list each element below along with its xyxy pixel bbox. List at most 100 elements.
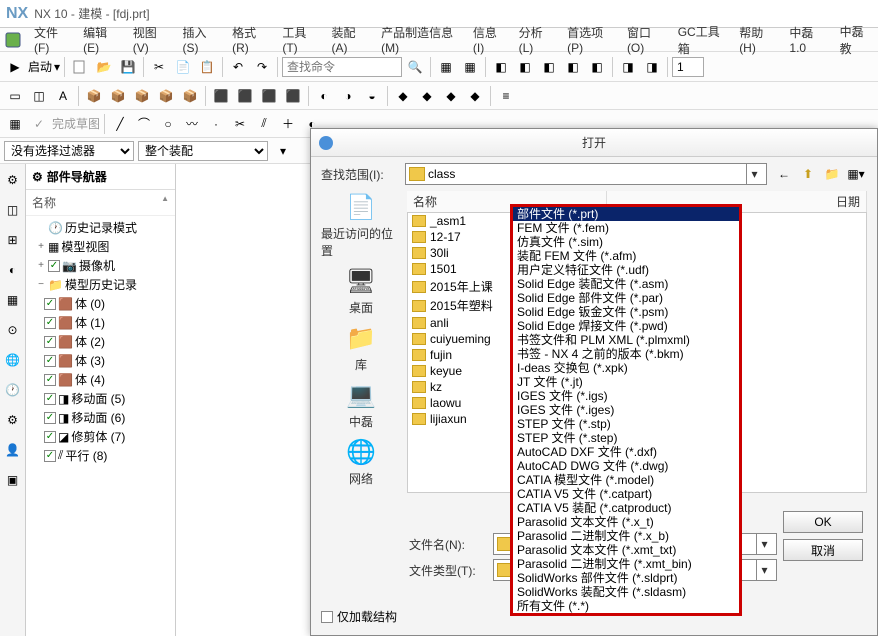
filetype-option[interactable]: IGES 文件 (*.iges) [513, 403, 739, 417]
tab-browser[interactable]: 🌐 [3, 350, 23, 370]
filetype-option[interactable]: Parasolid 文本文件 (*.xmt_txt) [513, 543, 739, 557]
nav-column-name[interactable]: 名称 [26, 190, 175, 216]
filetype-option[interactable]: Solid Edge 部件文件 (*.par) [513, 291, 739, 305]
filetype-option[interactable]: Parasolid 二进制文件 (*.xmt_bin) [513, 557, 739, 571]
tree-model-views[interactable]: +▦模型视图 [30, 237, 171, 256]
cube5-icon[interactable]: ◧ [586, 56, 608, 78]
chevron-down-icon[interactable]: ▾ [746, 164, 762, 184]
menu-assembly[interactable]: 装配(A) [323, 24, 373, 55]
cube2-icon[interactable]: ◧ [514, 56, 536, 78]
filetype-option[interactable]: IGES 文件 (*.igs) [513, 389, 739, 403]
filetype-option[interactable]: 仿真文件 (*.sim) [513, 235, 739, 249]
filetype-option[interactable]: AutoCAD DWG 文件 (*.dwg) [513, 459, 739, 473]
tab-other[interactable]: ▣ [3, 470, 23, 490]
newfolder-icon[interactable]: 📁 [821, 163, 843, 185]
filetype-option[interactable]: Solid Edge 装配文件 (*.asm) [513, 277, 739, 291]
tab-hd3d[interactable]: ⊙ [3, 320, 23, 340]
start-dropdown[interactable]: ▶ [4, 56, 26, 78]
feat2-icon[interactable]: ◑ [337, 85, 359, 107]
load-structure-checkbox[interactable] [321, 611, 333, 623]
open-icon[interactable]: 📂 [93, 56, 115, 78]
tree-history-mode[interactable]: 🕐历史记录模式 [30, 218, 171, 237]
filetype-option[interactable]: 用户定义特征文件 (*.udf) [513, 263, 739, 277]
menu-info[interactable]: 信息(I) [465, 24, 511, 55]
trim-icon[interactable]: ✂ [229, 113, 251, 135]
tab-navigator[interactable]: ⚙ [3, 170, 23, 190]
plus-icon[interactable]: ＋ [277, 113, 299, 135]
filetype-option[interactable]: JT 文件 (*.jt) [513, 375, 739, 389]
undo-icon[interactable]: ↶ [227, 56, 249, 78]
filetype-option[interactable]: Parasolid 文本文件 (*.x_t) [513, 515, 739, 529]
tree-body-4[interactable]: ✓🟫体 (4) [30, 370, 171, 389]
spline-icon[interactable]: 〰 [181, 113, 203, 135]
cancel-button[interactable]: 取消 [783, 539, 863, 561]
place-computer[interactable]: 💻中磊 [343, 379, 379, 430]
op1-icon[interactable]: ⬛ [210, 85, 232, 107]
filetype-option[interactable]: 书签 - NX 4 之前的版本 (*.bkm) [513, 347, 739, 361]
filetype-option[interactable]: Solid Edge 焊接文件 (*.pwd) [513, 319, 739, 333]
tree-body-2[interactable]: ✓🟫体 (2) [30, 332, 171, 351]
chevron-down-icon[interactable]: ▾ [756, 534, 772, 554]
tree-body-3[interactable]: ✓🟫体 (3) [30, 351, 171, 370]
menu-window[interactable]: 窗口(O) [619, 24, 670, 55]
filetype-option[interactable]: Solid Edge 钣金文件 (*.psm) [513, 305, 739, 319]
circle-icon[interactable]: ○ [157, 113, 179, 135]
tree-trim-7[interactable]: ✓◪修剪体 (7) [30, 427, 171, 446]
menu-pmi[interactable]: 产品制造信息(M) [373, 24, 465, 55]
copy-icon[interactable]: 📄 [172, 56, 194, 78]
filetype-option[interactable]: Parasolid 二进制文件 (*.x_b) [513, 529, 739, 543]
place-libraries[interactable]: 📁库 [343, 322, 379, 373]
misc2-icon[interactable]: ◆ [416, 85, 438, 107]
box4-icon[interactable]: 📦 [155, 85, 177, 107]
search-command[interactable] [282, 57, 402, 77]
menu-analysis[interactable]: 分析(L) [511, 24, 560, 55]
filetype-option[interactable]: CATIA V5 文件 (*.catpart) [513, 487, 739, 501]
up-icon[interactable]: ⬆ [797, 163, 819, 185]
tab-constraint[interactable]: ⊞ [3, 230, 23, 250]
menu-help[interactable]: 帮助(H) [731, 24, 781, 55]
chevron-down-icon[interactable]: ▾ [756, 560, 772, 580]
redo-icon[interactable]: ↷ [251, 56, 273, 78]
box1-icon[interactable]: 📦 [83, 85, 105, 107]
menu-prefs[interactable]: 首选项(P) [559, 24, 619, 55]
line-icon[interactable]: ╱ [109, 113, 131, 135]
menu-insert[interactable]: 插入(S) [174, 24, 224, 55]
cube7-icon[interactable]: ◨ [641, 56, 663, 78]
tab-reuse[interactable]: ◐ [3, 260, 23, 280]
col-date[interactable]: 日期 [830, 191, 867, 212]
place-desktop[interactable]: 🖥桌面 [343, 265, 379, 316]
num-input[interactable] [672, 57, 704, 77]
tree-body-0[interactable]: ✓🟫体 (0) [30, 294, 171, 313]
box3-icon[interactable]: 📦 [131, 85, 153, 107]
grid1-icon[interactable]: ▦ [435, 56, 457, 78]
filetype-option-selected[interactable]: 部件文件 (*.prt) [513, 207, 739, 221]
box5-icon[interactable]: 📦 [179, 85, 201, 107]
ok-button[interactable]: OK [783, 511, 863, 533]
place-recent[interactable]: 📄最近访问的位置 [321, 191, 401, 259]
filetype-option[interactable]: 所有文件 (*.*) [513, 599, 739, 613]
filetype-option[interactable]: 装配 FEM 文件 (*.afm) [513, 249, 739, 263]
filetype-dropdown[interactable]: 部件文件 (*.prt) FEM 文件 (*.fem) 仿真文件 (*.sim)… [510, 204, 742, 616]
op4-icon[interactable]: ⬛ [282, 85, 304, 107]
filetype-option[interactable]: FEM 文件 (*.fem) [513, 221, 739, 235]
filter-icon[interactable]: ▾ [272, 140, 294, 162]
menu-zl1[interactable]: 中磊1.0 [781, 24, 831, 55]
misc1-icon[interactable]: ◆ [392, 85, 414, 107]
tree-model-history[interactable]: −📁模型历史记录 [30, 275, 171, 294]
paste-icon[interactable]: 📋 [196, 56, 218, 78]
tree-parallel-8[interactable]: ✓⫽平行 (8) [30, 446, 171, 465]
cut-icon[interactable]: ✂ [148, 56, 170, 78]
arc-icon[interactable]: ⌒ [133, 113, 155, 135]
filetype-option[interactable]: CATIA V5 装配 (*.catproduct) [513, 501, 739, 515]
menu-tools[interactable]: 工具(T) [274, 24, 323, 55]
filetype-option[interactable]: 书签文件和 PLM XML (*.plmxml) [513, 333, 739, 347]
selection-filter[interactable]: 没有选择过滤器 [4, 141, 134, 161]
misc3-icon[interactable]: ◆ [440, 85, 462, 107]
tree-body-1[interactable]: ✓🟫体 (1) [30, 313, 171, 332]
menu-file[interactable]: 文件(F) [26, 24, 75, 55]
point-icon[interactable]: · [205, 113, 227, 135]
back-icon[interactable]: ← [773, 163, 795, 185]
box2-icon[interactable]: 📦 [107, 85, 129, 107]
selection-scope[interactable]: 整个装配 [138, 141, 268, 161]
filetype-option[interactable]: SolidWorks 部件文件 (*.sldprt) [513, 571, 739, 585]
